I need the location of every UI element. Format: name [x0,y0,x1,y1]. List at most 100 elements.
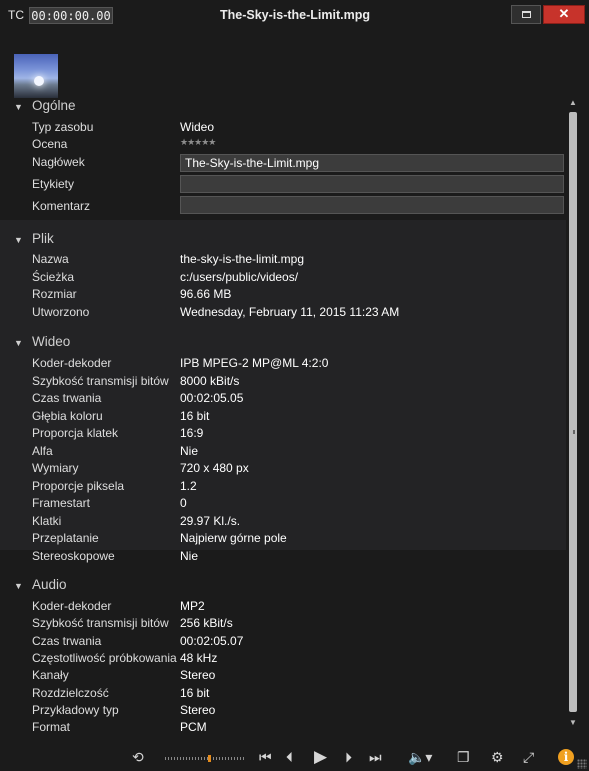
video-row: Koder-dekoder IPB MPEG-2 MP@ML 4:2:0 [32,356,566,373]
section-audio-header[interactable]: ▼ Audio [14,577,67,592]
section-video-title: Wideo [32,334,71,349]
video-row: Alfa Nie [32,444,566,461]
rating-stars[interactable]: ★★★★★ [180,137,216,148]
property-label: Ścieżka [32,269,75,284]
property-label: Szybkość transmisji bitów [32,616,169,631]
property-label: Proporcje piksela [32,478,125,493]
media-thumbnail [14,54,58,98]
info-icon[interactable]: i [558,749,574,765]
property-value: the-sky-is-the-limit.mpg [180,252,305,266]
audio-row: Koder-dekoder MP2 [32,599,566,616]
section-audio-title: Audio [32,577,67,592]
property-value: Nie [180,443,199,458]
property-value: 8000 kBit/s [180,373,240,388]
video-row: Klatki 29.97 Kl./s. [32,514,566,531]
property-label: Głębia koloru [32,408,103,423]
to-start-icon[interactable]: ⏮ [259,749,272,765]
transport-bar: ⟲ ⏮ ⏴ ▶ ⏵ ⏭ 🔈▾ ❐ ⚙ ⤢ i [0,744,589,771]
audio-row: Czas trwania 00:02:05.07 [32,634,566,651]
tags-field[interactable] [180,175,564,193]
close-icon: ✕ [558,6,570,21]
scroll-grip-icon [573,430,575,434]
collapse-arrow-icon[interactable]: ▼ [14,581,24,591]
property-label: Proporcja klatek [32,426,119,440]
property-value: 16:9 [180,426,204,440]
audio-row: Przykładowy typ Stereo [32,703,566,720]
collapse-arrow-icon[interactable]: ▼ [14,338,24,348]
video-row: Proporcje piksela 1.2 [32,479,566,496]
collapse-arrow-icon[interactable]: ▼ [14,235,24,245]
video-row: Proporcja klatek 16:9 [32,426,566,443]
window-title: The-Sky-is-the-Limit.mpg [219,8,370,22]
audio-row: Rozdzielczość 16 bit [32,686,566,703]
comment-field[interactable] [180,196,564,214]
property-value: PCM [180,720,207,735]
property-value: 0 [180,496,187,510]
property-value: 00:02:05.05 [180,391,244,405]
property-value: 29.97 Kl./s. [180,513,241,528]
scrubber-handle[interactable] [208,755,211,762]
property-label: Nazwa [32,252,69,266]
property-value: Stereo [180,702,216,717]
scroll-down-icon[interactable]: ▼ [569,718,577,727]
fullscreen-icon[interactable]: ⤢ [523,749,534,765]
audio-row: Kanały Stereo [32,668,566,685]
property-value: 1.2 [180,478,197,493]
prev-frame-icon[interactable]: ⏴ [286,749,293,765]
property-value: 96.66 MB [180,287,232,301]
to-end-icon[interactable]: ⏭ [369,749,382,765]
video-row: Czas trwania 00:02:05.05 [32,391,566,408]
video-row: Wymiary 720 x 480 px [32,461,566,478]
scrubber[interactable] [165,757,245,760]
copy-icon[interactable]: ❐ [457,749,470,765]
property-value: 00:02:05.07 [180,633,244,648]
rating-label: Ocena [32,137,68,151]
property-label: Przykładowy typ [32,702,119,717]
property-label: Stereoskopowe [32,548,115,563]
resize-grip-icon[interactable] [577,759,587,769]
next-frame-icon[interactable]: ⏵ [345,749,352,765]
property-label: Utworzono [32,304,90,319]
vertical-scrollbar[interactable]: ▲ ▼ [566,98,580,743]
property-value: Nie [180,548,199,563]
file-row: Utworzono Wednesday, February 11, 2015 11… [32,305,566,322]
scroll-up-icon[interactable]: ▲ [569,98,577,107]
video-row: Framestart 0 [32,496,566,513]
type-label: Typ zasobu [32,120,94,134]
property-value: 16 bit [180,408,210,423]
section-video-header[interactable]: ▼ Wideo [14,334,70,349]
restore-button[interactable] [511,5,541,24]
video-row: Głębia koloru 16 bit [32,409,566,426]
file-row: Nazwa the-sky-is-the-limit.mpg [32,252,566,269]
property-value: 720 x 480 px [180,461,249,475]
restore-icon [522,11,531,18]
gear-icon[interactable]: ⚙ [491,749,504,765]
volume-icon[interactable]: 🔈▾ [408,749,432,765]
tags-label: Etykiety [32,177,75,191]
section-general-header[interactable]: ▼ Ogólne [14,98,76,113]
comment-label: Komentarz [32,199,91,213]
loop-icon[interactable]: ⟲ [132,749,144,765]
close-button[interactable]: ✕ [543,5,585,24]
play-icon[interactable]: ▶ [314,748,327,765]
property-label: Częstotliwość próbkowania [32,650,177,665]
type-value: Wideo [180,120,215,134]
property-label: Alfa [32,443,53,458]
caption-field[interactable]: The-Sky-is-the-Limit.mpg [180,154,564,172]
property-label: Przeplatanie [32,531,99,545]
scrollbar-thumb[interactable] [569,112,577,712]
property-value: 256 kBit/s [180,616,233,631]
property-label: Koder-dekoder [32,356,112,370]
property-label: Szybkość transmisji bitów [32,373,169,388]
caption-label: Nagłówek [32,155,85,169]
property-value: c:/users/public/videos/ [180,269,299,284]
timecode-display[interactable]: 00:00:00.00 [29,7,113,24]
collapse-arrow-icon[interactable]: ▼ [14,102,24,112]
section-file-header[interactable]: ▼ Plik [14,231,54,246]
property-label: Rozdzielczość [32,685,109,700]
property-value: IPB MPEG-2 MP@ML 4:2:0 [180,356,329,370]
property-value: 16 bit [180,685,210,700]
video-row: Przeplatanie Najpierw górne pole [32,531,566,548]
section-file-title: Plik [32,231,54,246]
property-label: Framestart [32,496,91,510]
